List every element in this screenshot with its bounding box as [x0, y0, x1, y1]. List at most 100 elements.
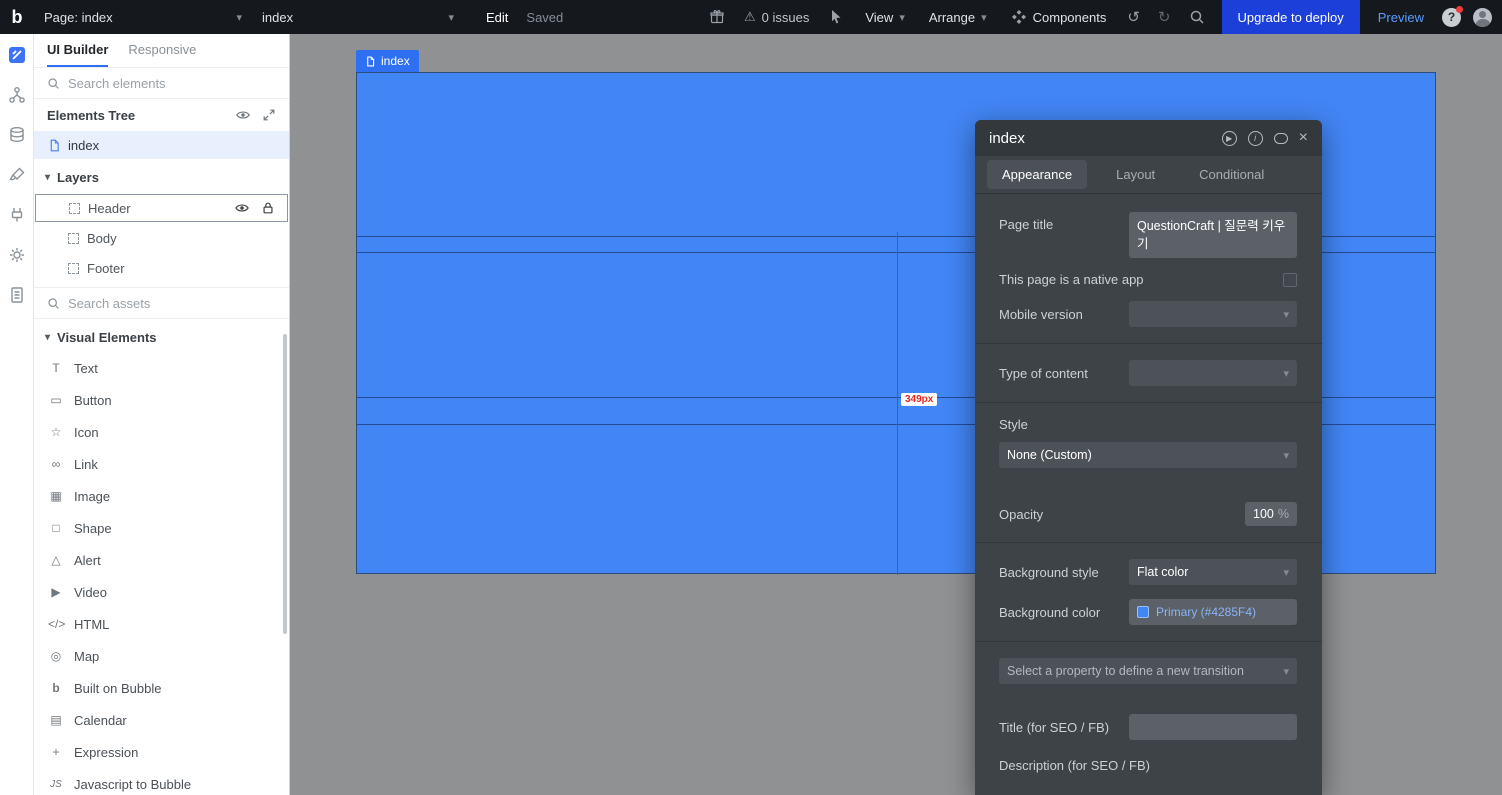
page-file-icon [367, 55, 375, 67]
upgrade-to-deploy-button[interactable]: Upgrade to deploy [1221, 0, 1360, 34]
page-title-row: Page title QuestionCraft | 질문력 키우기 [999, 212, 1297, 259]
design-tab-icon[interactable] [8, 46, 26, 64]
dropdown-value: None (Custom) [1007, 448, 1092, 463]
tree-item-index[interactable]: index [34, 131, 289, 159]
page-tab[interactable]: index [356, 50, 419, 72]
panel-scrollbar[interactable] [283, 334, 287, 634]
redo-icon[interactable] [1158, 8, 1171, 26]
layer-item-header[interactable]: Header [35, 194, 288, 222]
layers-section-header[interactable]: Layers [34, 163, 289, 192]
saved-status: Saved [526, 9, 564, 25]
user-avatar[interactable] [1473, 7, 1492, 27]
tab-ui-builder[interactable]: UI Builder [47, 34, 109, 67]
chevron-down-icon [448, 11, 454, 24]
eye-icon[interactable] [235, 201, 249, 215]
element-item-link[interactable]: ∞ Link [34, 448, 289, 480]
background-style-dropdown[interactable]: Flat color [1129, 559, 1297, 586]
element-item-video[interactable]: ▶ Video [34, 576, 289, 608]
opacity-input[interactable]: 100 % [1245, 502, 1297, 527]
element-item-html[interactable]: </> HTML [34, 608, 289, 640]
comment-icon[interactable] [1273, 132, 1288, 144]
plugins-tab-icon[interactable] [8, 206, 26, 224]
arrange-menu[interactable]: Arrange [929, 10, 987, 25]
expand-icon[interactable] [262, 108, 276, 122]
tab-responsive[interactable]: Responsive [128, 34, 196, 67]
components-icon [1011, 9, 1027, 25]
search-elements-input[interactable] [68, 75, 276, 91]
js-icon: JS [50, 778, 62, 790]
search-assets-input[interactable] [68, 295, 276, 311]
issues-indicator[interactable]: 0 issues [744, 9, 810, 25]
element-item-image[interactable]: ▦ Image [34, 480, 289, 512]
seo-description-row: Description (for SEO / FB) [999, 758, 1297, 773]
layer-item-body[interactable]: Body [34, 224, 289, 252]
element-item-text[interactable]: T Text [34, 352, 289, 384]
text-icon: T [52, 361, 60, 375]
element-item-icon[interactable]: ☆ Icon [34, 416, 289, 448]
style-dropdown[interactable]: None (Custom) [999, 442, 1297, 469]
element-item-expression[interactable]: + Expression [34, 736, 289, 768]
close-icon[interactable] [1299, 130, 1308, 146]
background-color-picker[interactable]: Primary (#4285F4) [1129, 599, 1297, 626]
lock-icon[interactable] [261, 201, 275, 215]
visual-elements-section-header[interactable]: Visual Elements [34, 323, 289, 352]
tab-appearance[interactable]: Appearance [987, 160, 1088, 189]
inspector-titlebar[interactable]: index ▶ i [975, 120, 1322, 156]
notification-dot [1456, 5, 1463, 13]
page-title-input[interactable]: QuestionCraft | 질문력 키우기 [1129, 212, 1297, 259]
background-style-row: Background style Flat color [999, 559, 1297, 586]
canvas[interactable]: index 349px index ▶ i Appearance Layout … [290, 34, 1502, 795]
element-selector-label: index [262, 9, 294, 25]
chevron-down-icon [899, 11, 905, 24]
run-icon[interactable]: ▶ [1221, 130, 1237, 146]
preview-button[interactable]: Preview [1378, 10, 1424, 25]
bubble-logo-icon[interactable]: b [0, 7, 34, 28]
info-icon[interactable]: i [1247, 130, 1263, 146]
element-item-button[interactable]: ▭ Button [34, 384, 289, 416]
view-menu[interactable]: View [865, 10, 904, 25]
element-label: Image [74, 488, 111, 504]
opacity-row: Opacity 100 % [999, 502, 1297, 527]
link-icon: ∞ [51, 457, 61, 471]
edit-mode-button[interactable]: Edit [486, 10, 508, 25]
layer-item-footer[interactable]: Footer [34, 254, 289, 282]
element-selector-dropdown[interactable]: index [252, 0, 464, 34]
element-item-shape[interactable]: □ Shape [34, 512, 289, 544]
dropdown-value: Flat color [1137, 565, 1189, 580]
element-item-alert[interactable]: △ Alert [34, 544, 289, 576]
logs-tab-icon[interactable] [8, 286, 26, 304]
page-selector-dropdown[interactable]: Page: index [34, 0, 252, 34]
element-label: Alert [74, 552, 101, 568]
video-icon: ▶ [51, 585, 61, 599]
eye-icon[interactable] [236, 108, 250, 122]
components-menu[interactable]: Components [1011, 9, 1106, 25]
tab-conditional[interactable]: Conditional [1184, 160, 1279, 189]
seo-title-input[interactable] [1129, 714, 1297, 741]
type-of-content-dropdown[interactable] [1129, 360, 1297, 387]
native-app-checkbox[interactable] [1283, 272, 1297, 287]
mobile-version-dropdown[interactable] [1129, 301, 1297, 328]
cursor-icon[interactable] [828, 9, 844, 25]
search-icon[interactable] [1189, 9, 1205, 25]
settings-tab-icon[interactable] [8, 246, 26, 264]
element-label: Built on Bubble [74, 680, 162, 696]
chevron-down-icon [236, 11, 242, 24]
element-label: Calendar [74, 712, 127, 728]
transition-dropdown[interactable]: Select a property to define a new transi… [999, 658, 1297, 685]
element-item-javascript-to-bubble[interactable]: JS Javascript to Bubble [34, 768, 289, 795]
element-label: Map [74, 648, 100, 664]
tree-item-label: index [68, 137, 100, 153]
workflow-tab-icon[interactable] [8, 86, 26, 104]
tab-layout[interactable]: Layout [1101, 160, 1170, 189]
data-tab-icon[interactable] [8, 126, 26, 144]
element-item-calendar[interactable]: ▤ Calendar [34, 704, 289, 736]
element-item-built-on-bubble[interactable]: b Built on Bubble [34, 672, 289, 704]
mobile-version-label: Mobile version [999, 306, 1083, 322]
undo-icon[interactable] [1127, 8, 1140, 26]
help-icon[interactable] [1442, 5, 1463, 27]
gift-icon[interactable] [709, 9, 725, 25]
plus-icon: + [52, 745, 60, 759]
element-item-map[interactable]: ◎ Map [34, 640, 289, 672]
styles-tab-icon[interactable] [8, 166, 26, 184]
alert-icon: △ [51, 553, 61, 567]
